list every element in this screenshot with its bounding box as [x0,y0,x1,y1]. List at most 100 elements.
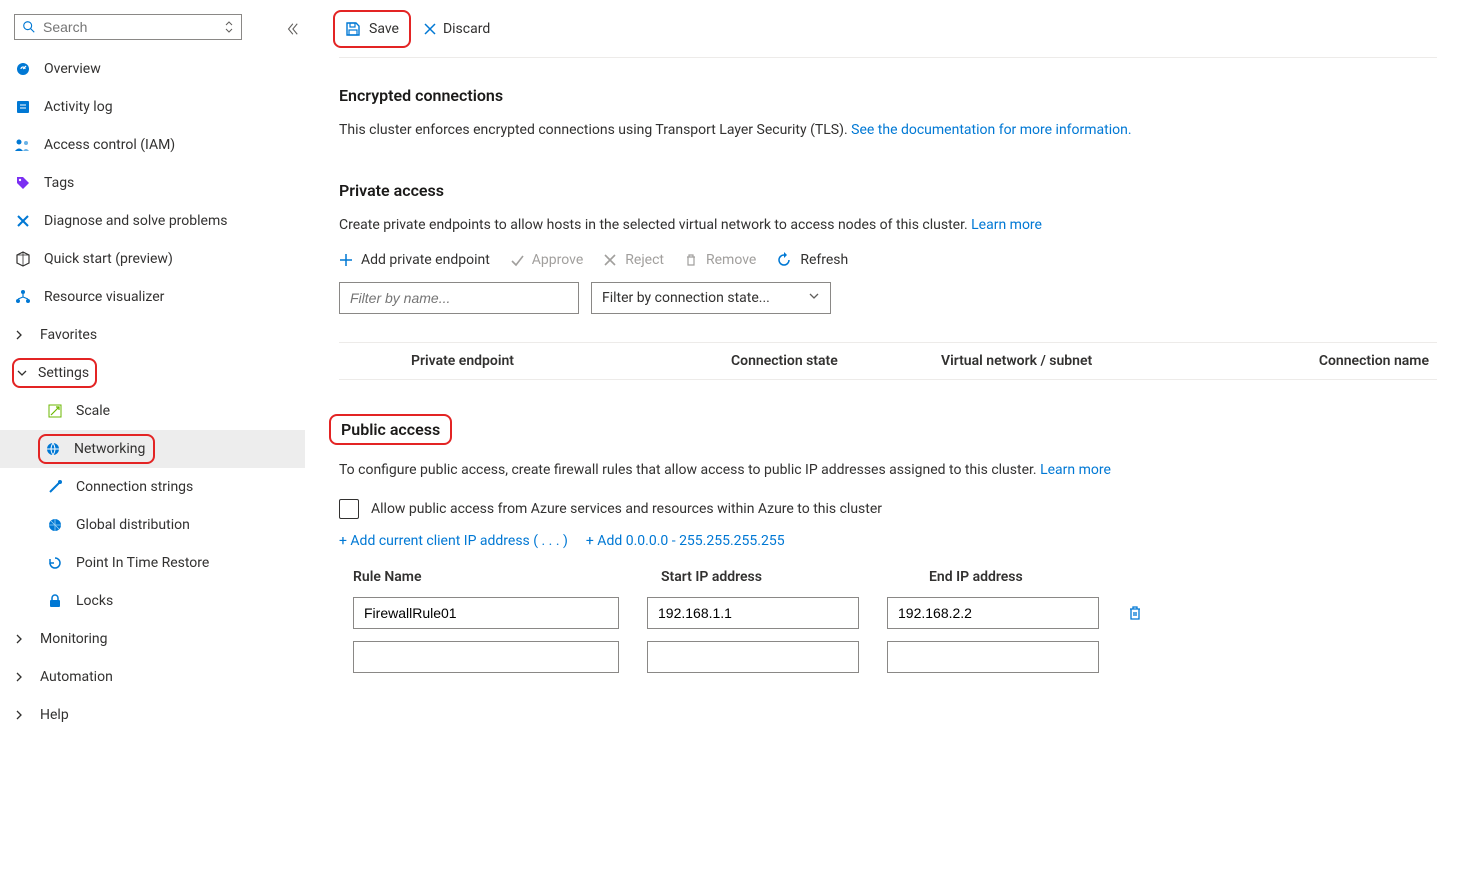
delete-rule-button[interactable] [1127,604,1143,622]
add-private-endpoint-button[interactable]: Add private endpoint [339,252,490,268]
resource-visualizer-icon [14,288,32,306]
firewall-rule-row [339,597,1437,629]
encrypted-docs-link[interactable]: See the documentation for more informati… [851,122,1131,138]
start-ip-input[interactable] [647,597,859,629]
sidebar-item-automation[interactable]: Automation [0,658,305,696]
sidebar-item-label: Locks [76,593,113,609]
private-endpoint-table: Private endpoint Connection state Virtua… [339,342,1437,380]
chevron-right-icon [14,329,28,341]
sidebar-item-label: Overview [44,61,101,77]
quick-start-icon [14,250,32,268]
sidebar-item-global-distribution[interactable]: Global distribution [0,506,305,544]
allow-azure-services-checkbox[interactable] [339,499,359,519]
chevron-right-icon [14,671,28,683]
sidebar-item-favorites[interactable]: Favorites [0,316,305,354]
search-icon [22,20,36,34]
sidebar-item-resource-visualizer[interactable]: Resource visualizer [0,278,305,316]
expand-updown-icon[interactable] [224,21,234,33]
sidebar-item-settings[interactable]: Settings [12,358,97,388]
allow-azure-services-row: Allow public access from Azure services … [339,499,1437,519]
end-ip-input[interactable] [887,641,1099,673]
firewall-rule-table: Rule Name Start IP address End IP addres… [339,569,1437,673]
check-icon [510,253,524,267]
sidebar-item-access-control[interactable]: Access control (IAM) [0,126,305,164]
toolbar: Save Discard [339,0,1437,58]
scale-icon [46,402,64,420]
sidebar-item-label: Scale [76,403,110,419]
sidebar-item-label: Automation [40,669,113,685]
discard-button[interactable]: Discard [423,21,490,37]
networking-icon [44,440,62,458]
sidebar-item-scale[interactable]: Scale [0,392,305,430]
rule-name-input[interactable] [353,597,619,629]
public-access-text: To configure public access, create firew… [339,459,1437,481]
activity-log-icon [14,98,32,116]
sidebar-item-overview[interactable]: Overview [0,50,305,88]
trash-icon [684,253,698,267]
sidebar-item-label: Settings [38,365,89,381]
rule-name-input[interactable] [353,641,619,673]
sidebar-item-locks[interactable]: Locks [0,582,305,620]
chevron-right-icon [14,709,28,721]
sidebar-item-label: Access control (IAM) [44,137,175,153]
column-start-ip: Start IP address [661,569,901,585]
save-label: Save [369,21,399,37]
sidebar-item-label: Help [40,707,69,723]
discard-label: Discard [443,21,490,37]
add-client-ip-button[interactable]: + Add current client IP address ( . . . … [339,533,568,549]
sidebar-item-label: Networking [74,441,145,457]
discard-icon [423,22,437,36]
sidebar-item-pitr[interactable]: Point In Time Restore [0,544,305,582]
sidebar-item-monitoring[interactable]: Monitoring [0,620,305,658]
public-access-heading-wrap: Public access [329,414,452,445]
column-connection-name: Connection name [1261,353,1437,369]
plus-icon [339,253,353,267]
sidebar-item-label: Favorites [40,327,97,343]
approve-button: Approve [510,252,583,268]
connection-strings-icon [46,478,64,496]
start-ip-input[interactable] [647,641,859,673]
encrypted-connections-heading: Encrypted connections [339,86,1437,105]
column-connection-state: Connection state [731,353,941,369]
private-access-text: Create private endpoints to allow hosts … [339,214,1437,236]
sidebar-item-label: Point In Time Restore [76,555,209,571]
globe-icon [46,516,64,534]
sidebar-item-quick-start[interactable]: Quick start (preview) [0,240,305,278]
public-access-heading: Public access [341,420,440,439]
sidebar-item-label: Diagnose and solve problems [44,213,227,229]
search-input[interactable] [14,14,242,40]
column-private-endpoint: Private endpoint [411,353,731,369]
sidebar-item-diagnose[interactable]: Diagnose and solve problems [0,202,305,240]
save-icon [345,21,361,37]
column-rule-name: Rule Name [353,569,633,585]
sidebar-item-help[interactable]: Help [0,696,305,734]
refresh-button[interactable]: Refresh [776,252,848,268]
sidebar-item-label: Tags [44,175,74,191]
filter-by-connection-state-dropdown[interactable]: Filter by connection state... [591,282,831,314]
filter-by-name-input[interactable] [339,282,579,314]
add-full-range-button[interactable]: + Add 0.0.0.0 - 255.255.255.255 [586,533,785,549]
sidebar-item-label: Global distribution [76,517,190,533]
chevron-down-icon [808,291,820,301]
sidebar-item-label: Quick start (preview) [44,251,173,267]
access-control-icon [14,136,32,154]
sidebar-item-label: Resource visualizer [44,289,164,305]
public-learn-more-link[interactable]: Learn more [1040,462,1111,478]
private-learn-more-link[interactable]: Learn more [971,217,1042,233]
reject-button: Reject [603,252,664,268]
encrypted-connections-text: This cluster enforces encrypted connecti… [339,119,1437,141]
sidebar-item-tags[interactable]: Tags [0,164,305,202]
sidebar-item-networking[interactable]: Networking [0,430,305,468]
main-content: Save Discard Encrypted connections This … [305,0,1471,869]
end-ip-input[interactable] [887,597,1099,629]
sidebar-item-connection-strings[interactable]: Connection strings [0,468,305,506]
sidebar-item-label: Connection strings [76,479,193,495]
sidebar-item-label: Monitoring [40,631,108,647]
column-end-ip: End IP address [929,569,1169,585]
save-button[interactable]: Save [333,10,411,48]
lock-icon [46,592,64,610]
sidebar-item-activity-log[interactable]: Activity log [0,88,305,126]
allow-azure-services-label: Allow public access from Azure services … [371,501,882,517]
restore-icon [46,554,64,572]
sidebar: Overview Activity log Access control (IA… [0,0,305,869]
